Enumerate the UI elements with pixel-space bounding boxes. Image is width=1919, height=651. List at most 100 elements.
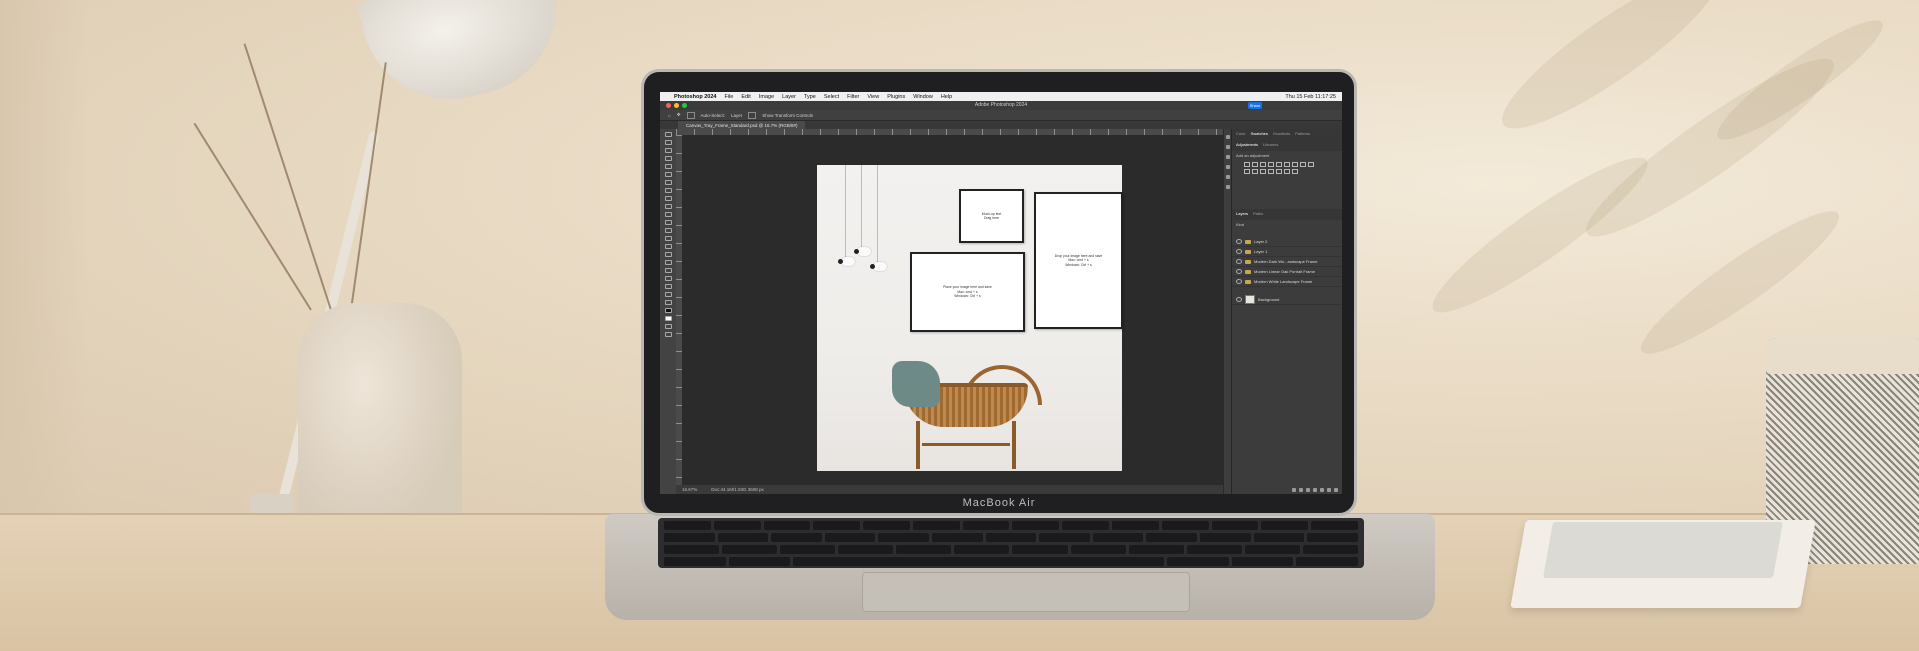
layer-row[interactable]: Modern White Landscape Frame xyxy=(1232,277,1342,287)
marquee-tool-icon[interactable] xyxy=(664,140,672,145)
keyboard[interactable] xyxy=(658,518,1364,568)
tab-gradients[interactable]: Gradients xyxy=(1273,131,1290,138)
menu-file[interactable]: File xyxy=(724,94,733,100)
edit-toolbar-icon[interactable] xyxy=(664,300,672,305)
hue-saturation-icon[interactable] xyxy=(1284,162,1290,167)
layer-select-dropdown[interactable]: Layer xyxy=(731,113,742,118)
color-balance-icon[interactable] xyxy=(1292,162,1298,167)
actions-panel-icon[interactable] xyxy=(1226,145,1230,149)
brush-tool-icon[interactable] xyxy=(664,196,672,201)
tab-libraries[interactable]: Libraries xyxy=(1263,142,1278,149)
move-tool-icon[interactable]: ✥ xyxy=(677,112,681,118)
new-layer-icon[interactable] xyxy=(1327,488,1331,492)
brightness-contrast-icon[interactable] xyxy=(1244,162,1250,167)
menu-app-name[interactable]: Photoshop 2024 xyxy=(674,94,716,100)
screen-mode-icon[interactable] xyxy=(664,332,672,337)
landscape-frame-mockup[interactable]: Place your image here and save Mac: cmd … xyxy=(910,252,1025,332)
home-icon[interactable]: ⌂ xyxy=(668,113,671,118)
document-info[interactable]: Doc:44.1M/1.03G 3608 px xyxy=(711,487,764,492)
menu-plugins[interactable]: Plugins xyxy=(887,94,905,100)
visibility-eye-icon[interactable] xyxy=(1236,239,1242,244)
close-window-button[interactable] xyxy=(666,103,671,108)
posterize-icon[interactable] xyxy=(1268,169,1274,174)
delete-layer-icon[interactable] xyxy=(1334,488,1338,492)
foreground-color-icon[interactable] xyxy=(664,308,672,313)
minimize-window-button[interactable] xyxy=(674,103,679,108)
pen-tool-icon[interactable] xyxy=(664,252,672,257)
path-select-tool-icon[interactable] xyxy=(664,268,672,273)
channel-mixer-icon[interactable] xyxy=(1244,169,1250,174)
crop-tool-icon[interactable] xyxy=(664,164,672,169)
layer-filter-kind[interactable]: Kind xyxy=(1232,220,1342,229)
blur-tool-icon[interactable] xyxy=(664,236,672,241)
menu-help[interactable]: Help xyxy=(941,94,952,100)
zoom-tool-icon[interactable] xyxy=(664,292,672,297)
auto-select-checkbox[interactable] xyxy=(686,111,695,119)
invert-icon[interactable] xyxy=(1260,169,1266,174)
menubar-clock[interactable]: Thu 15 Feb 11:17:25 xyxy=(1285,94,1336,100)
levels-icon[interactable] xyxy=(1252,162,1258,167)
visibility-eye-icon[interactable] xyxy=(1236,249,1242,254)
layer-row[interactable]: Modern Dark Wo...andscape Frame xyxy=(1232,257,1342,267)
visibility-eye-icon[interactable] xyxy=(1236,279,1242,284)
object-select-tool-icon[interactable] xyxy=(664,156,672,161)
menu-edit[interactable]: Edit xyxy=(741,94,750,100)
dodge-tool-icon[interactable] xyxy=(664,244,672,249)
gradient-tool-icon[interactable] xyxy=(664,228,672,233)
eraser-tool-icon[interactable] xyxy=(664,220,672,225)
photo-filter-icon[interactable] xyxy=(1308,162,1314,167)
frame-tool-icon[interactable] xyxy=(664,172,672,177)
add-mask-icon[interactable] xyxy=(1306,488,1310,492)
move-tool-icon[interactable] xyxy=(664,132,672,137)
menu-view[interactable]: View xyxy=(867,94,879,100)
visibility-eye-icon[interactable] xyxy=(1236,269,1242,274)
quick-mask-icon[interactable] xyxy=(664,324,672,329)
menu-type[interactable]: Type xyxy=(804,94,816,100)
menu-window[interactable]: Window xyxy=(913,94,933,100)
properties-panel-icon[interactable] xyxy=(1226,155,1230,159)
layer-row[interactable]: Layer 1 xyxy=(1232,247,1342,257)
healing-tool-icon[interactable] xyxy=(664,188,672,193)
tab-swatches[interactable]: Swatches xyxy=(1251,131,1268,138)
zoom-window-button[interactable] xyxy=(682,103,687,108)
new-group-icon[interactable] xyxy=(1320,488,1324,492)
exposure-icon[interactable] xyxy=(1268,162,1274,167)
portrait-frame-mockup[interactable]: Drop your image here and save Mac: cmd +… xyxy=(1034,192,1123,329)
color-lookup-icon[interactable] xyxy=(1252,169,1258,174)
tab-adjustments[interactable]: Adjustments xyxy=(1236,142,1258,149)
tab-paths[interactable]: Paths xyxy=(1253,211,1263,218)
layer-style-icon[interactable] xyxy=(1299,488,1303,492)
share-button[interactable]: Share xyxy=(1248,102,1262,109)
visibility-eye-icon[interactable] xyxy=(1236,259,1242,264)
eyedropper-tool-icon[interactable] xyxy=(664,180,672,185)
link-layers-icon[interactable] xyxy=(1292,488,1296,492)
history-brush-icon[interactable] xyxy=(664,212,672,217)
paragraph-panel-icon[interactable] xyxy=(1226,185,1230,189)
menu-select[interactable]: Select xyxy=(824,94,839,100)
shape-tool-icon[interactable] xyxy=(664,276,672,281)
black-white-icon[interactable] xyxy=(1300,162,1306,167)
menu-filter[interactable]: Filter xyxy=(847,94,859,100)
layer-row[interactable]: Layer 2 xyxy=(1232,237,1342,247)
vibrance-icon[interactable] xyxy=(1276,162,1282,167)
selective-color-icon[interactable] xyxy=(1292,169,1298,174)
zoom-level[interactable]: 16.67% xyxy=(682,487,697,492)
background-layer-row[interactable]: Background xyxy=(1232,295,1342,305)
menu-layer[interactable]: Layer xyxy=(782,94,796,100)
trackpad[interactable] xyxy=(862,572,1190,612)
tab-color[interactable]: Color xyxy=(1236,131,1246,138)
curves-icon[interactable] xyxy=(1260,162,1266,167)
tab-patterns[interactable]: Patterns xyxy=(1295,131,1310,138)
lasso-tool-icon[interactable] xyxy=(664,148,672,153)
character-panel-icon[interactable] xyxy=(1226,175,1230,179)
brush-settings-icon[interactable] xyxy=(1226,165,1230,169)
tab-layers[interactable]: Layers xyxy=(1236,211,1248,218)
hand-tool-icon[interactable] xyxy=(664,284,672,289)
document-canvas[interactable]: Mock-up text Drag here Place your image … xyxy=(817,165,1123,471)
visibility-eye-icon[interactable] xyxy=(1236,297,1242,302)
background-color-icon[interactable] xyxy=(664,316,672,321)
stamp-tool-icon[interactable] xyxy=(664,204,672,209)
transform-controls-checkbox[interactable] xyxy=(748,111,757,119)
type-tool-icon[interactable] xyxy=(664,260,672,265)
gradient-map-icon[interactable] xyxy=(1284,169,1290,174)
